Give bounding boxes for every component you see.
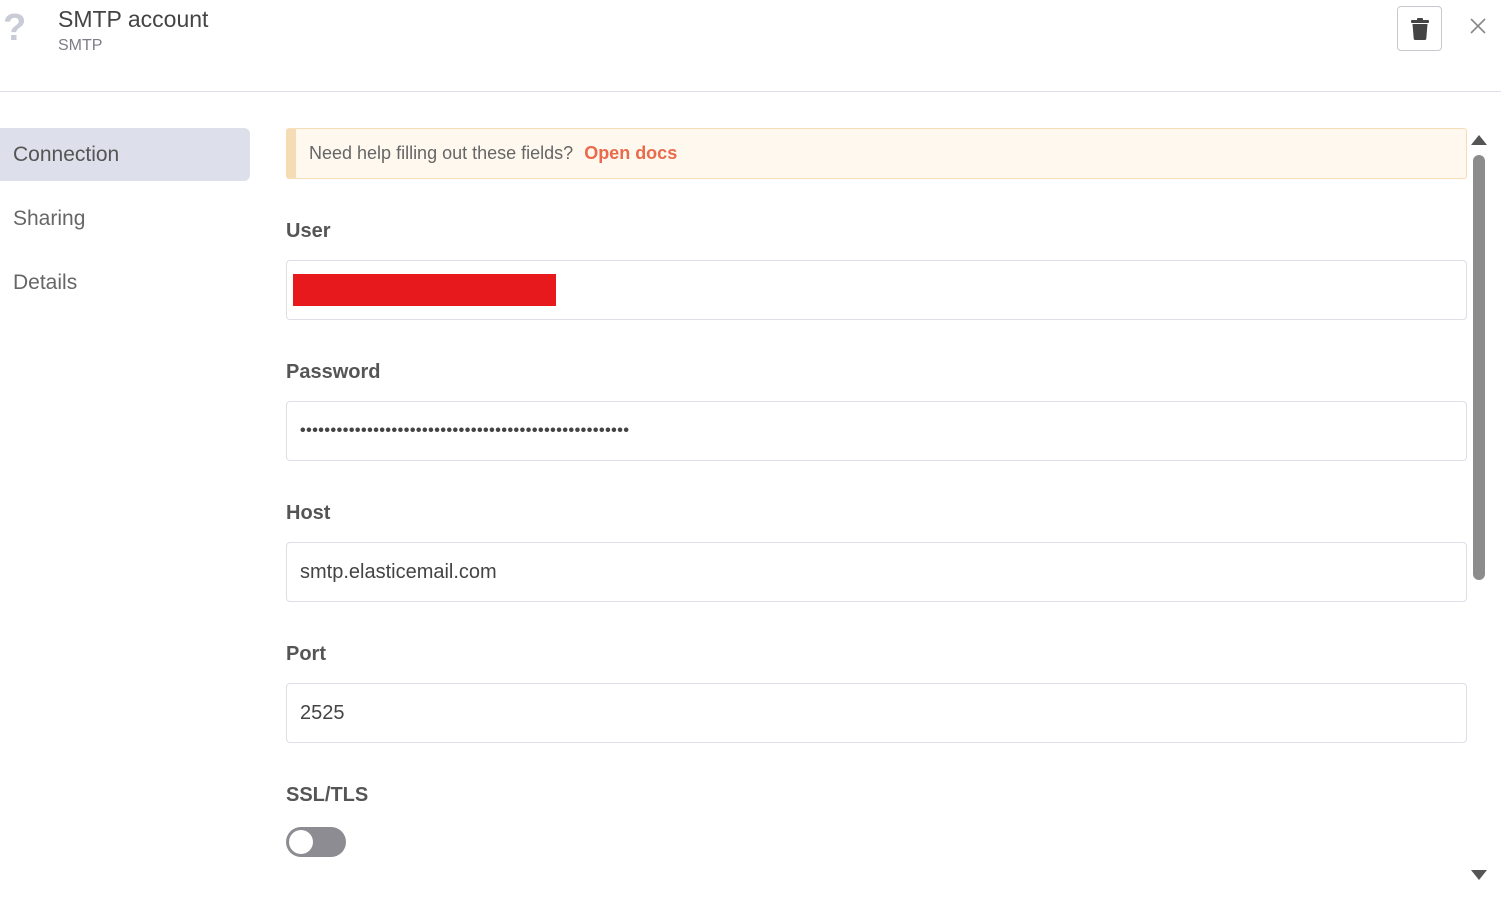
sidebar-nav: Connection Sharing Details xyxy=(0,128,250,320)
port-field[interactable]: 2525 xyxy=(286,683,1467,743)
sidebar-item-sharing[interactable]: Sharing xyxy=(0,192,250,245)
help-notice: Need help filling out these fields? Open… xyxy=(286,128,1467,179)
scroll-up-icon[interactable] xyxy=(1471,135,1487,145)
delete-button[interactable] xyxy=(1397,6,1442,51)
host-label: Host xyxy=(286,502,331,524)
sidebar-item-connection[interactable]: Connection xyxy=(0,128,250,181)
scroll-thumb[interactable] xyxy=(1473,155,1485,580)
toggle-knob xyxy=(289,830,313,854)
trash-icon xyxy=(1410,17,1429,40)
ssl-tls-label: SSL/TLS xyxy=(286,784,369,806)
redacted-value xyxy=(293,274,556,306)
scroll-down-icon[interactable] xyxy=(1471,870,1487,880)
question-mark-icon: ? xyxy=(3,7,27,49)
password-field[interactable]: ••••••••••••••••••••••••••••••••••••••••… xyxy=(286,401,1467,461)
host-field[interactable]: smtp.elasticemail.com xyxy=(286,542,1467,602)
password-value: ••••••••••••••••••••••••••••••••••••••••… xyxy=(300,422,630,439)
user-field[interactable] xyxy=(286,260,1467,320)
close-button[interactable] xyxy=(1466,14,1490,38)
form-scrollbar[interactable] xyxy=(1468,128,1490,888)
sidebar-item-label: Details xyxy=(13,270,78,294)
port-label: Port xyxy=(286,643,326,665)
host-value: smtp.elasticemail.com xyxy=(300,560,497,583)
modal-title[interactable]: SMTP account xyxy=(58,5,208,33)
sidebar-item-details[interactable]: Details xyxy=(0,256,250,309)
port-value: 2525 xyxy=(300,701,345,724)
user-label: User xyxy=(286,220,331,242)
modal-subtitle: SMTP xyxy=(58,37,103,54)
close-icon xyxy=(1470,18,1486,34)
credential-modal: ? SMTP account SMTP Connection Sharing D… xyxy=(0,0,1501,897)
sidebar-item-label: Sharing xyxy=(13,206,86,230)
help-notice-text: Need help filling out these fields? xyxy=(309,143,574,163)
modal-header: ? SMTP account SMTP xyxy=(0,0,1501,92)
password-label: Password xyxy=(286,361,381,383)
ssl-tls-toggle[interactable] xyxy=(286,827,346,857)
sidebar-item-label: Connection xyxy=(13,142,120,166)
open-docs-link[interactable]: Open docs xyxy=(584,143,677,164)
